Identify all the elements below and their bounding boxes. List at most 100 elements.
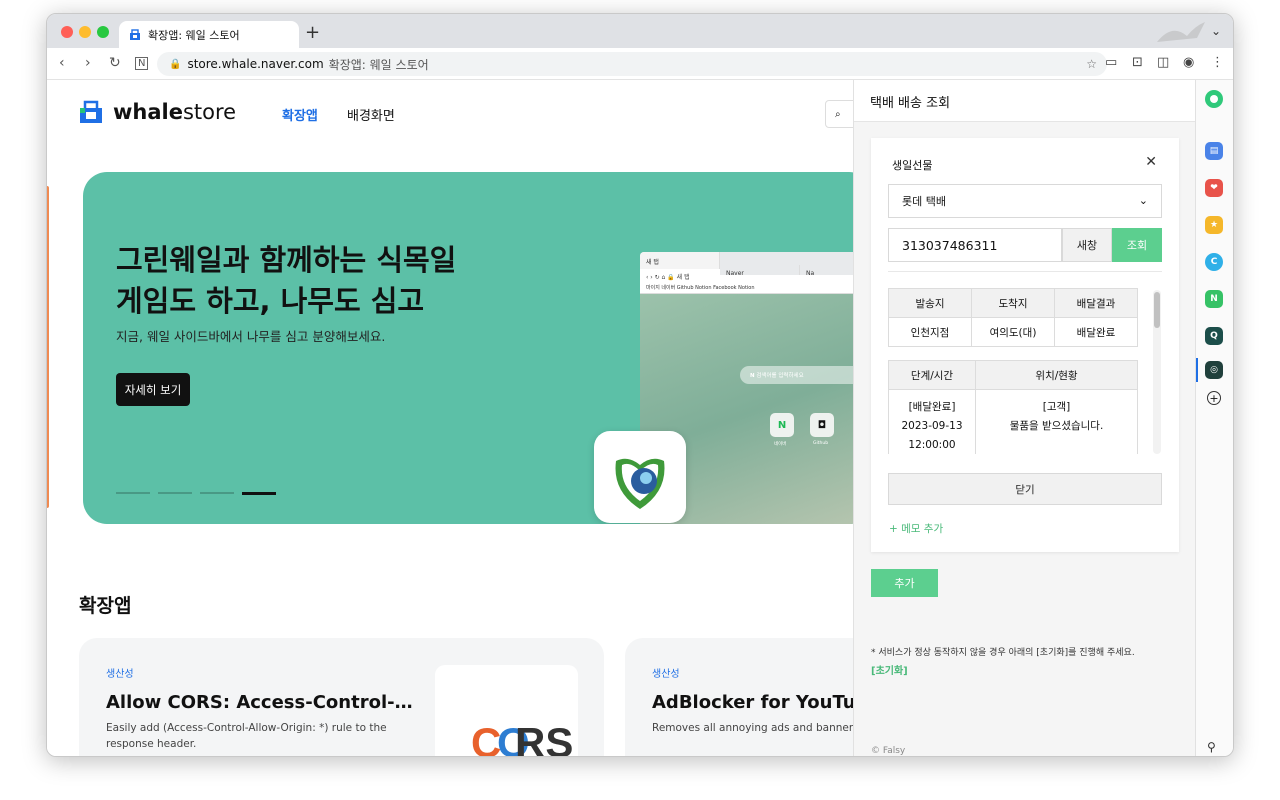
reload-icon[interactable]: ↻: [109, 55, 121, 71]
whale-sidebar: ▤ ❤ ★ C N Q ◎ + ⚲: [1195, 80, 1233, 756]
chevron-down-icon: ⌄: [1138, 194, 1148, 207]
bookmark-star-icon[interactable]: ☆: [1086, 57, 1097, 71]
pocket-icon[interactable]: ❤: [1205, 179, 1223, 197]
history-table: 단계/시간 위치/현황 [배달완료] 2023-09-13 12:00:00 […: [888, 360, 1138, 454]
mock-github-app-icon: ◘: [810, 413, 834, 437]
mock-search: N 검색어를 입력하세요: [740, 366, 853, 384]
summary-cell: 인천지점: [888, 317, 972, 347]
result-scroll-area[interactable]: 발송지 도착지 배달결과 인천지점 여의도(대) 배달완료 단계/시간 위치/현…: [888, 288, 1158, 454]
close-window-button[interactable]: [61, 26, 73, 38]
split-view-icon[interactable]: ◫: [1157, 55, 1169, 70]
new-tab-button[interactable]: +: [305, 22, 320, 43]
translate-icon[interactable]: C: [1205, 253, 1223, 271]
add-button[interactable]: 추가: [871, 569, 938, 597]
summary-cell: 배달완료: [1054, 317, 1138, 347]
summary-header: 발송지: [888, 288, 972, 318]
summary-header: 배달결과: [1054, 288, 1138, 318]
lock-icon: 🔒: [169, 58, 182, 70]
add-sidebar-app-icon[interactable]: +: [1207, 391, 1221, 405]
card-title: Allow CORS: Access-Control-…: [106, 692, 413, 713]
mock-tabs: 새 탭 Naver Na: [640, 252, 853, 277]
store-page: whalestore 확장앱 배경화면 ⌕ 그린웨일과 함께하는 식목일 게임도 …: [47, 80, 853, 757]
divider: [888, 271, 1162, 272]
history-stage-cell: [배달완료] 2023-09-13 12:00:00: [888, 389, 976, 454]
card-description: Easily add (Access-Control-Allow-Origin:…: [106, 722, 387, 750]
mock-app-label: 네이버: [774, 442, 787, 447]
search-icon: ⌕: [835, 108, 841, 120]
whale-store-logo[interactable]: whalestore: [79, 100, 236, 124]
cors-logo-image: C O RS: [435, 665, 578, 757]
banner-title: 그린웨일과 함께하는 식목일 게임도 하고, 나무도 심고: [116, 243, 457, 318]
delivery-tracking-panel: 택배 배송 조회 생일선물 ✕ 롯데 택배 ⌄ 313037486311 새창 …: [853, 80, 1195, 756]
tab-bar: 확장앱: 웨일 스토어 + ⌄: [47, 14, 1233, 48]
tracking-number-input[interactable]: 313037486311: [888, 228, 1062, 262]
banner-subtitle: 지금, 웨일 사이드바에서 나무를 심고 분양해보세요.: [116, 329, 386, 344]
hero-banner: 그린웨일과 함께하는 식목일 게임도 하고, 나무도 심고 지금, 웨일 사이드바…: [83, 172, 853, 524]
calendar-icon[interactable]: ▤: [1205, 142, 1223, 160]
logo-text: whalestore: [113, 100, 237, 124]
card-category: 생산성: [106, 669, 134, 680]
service-notice: * 서비스가 정상 동작하지 않을 경우 아래의 [초기화]를 진행해 주세요.: [871, 648, 1135, 658]
prev-banner-edge: [47, 186, 49, 508]
pin-icon[interactable]: ⚲: [1207, 740, 1216, 754]
active-indicator: [1196, 358, 1198, 382]
carrier-value: 롯데 택배: [902, 195, 946, 208]
naver-home-icon[interactable]: N: [135, 57, 149, 70]
mock-app-label: Github: [813, 441, 829, 446]
tab-list-chevron-icon[interactable]: ⌄: [1211, 24, 1221, 38]
svg-text:RS: RS: [515, 719, 573, 757]
panel-title: 택배 배송 조회: [854, 80, 1195, 122]
slide-indicator[interactable]: [116, 492, 150, 494]
search-app-icon[interactable]: Q: [1205, 327, 1223, 345]
favorites-icon[interactable]: ★: [1205, 216, 1223, 234]
nav-backgrounds[interactable]: 배경화면: [347, 105, 395, 124]
bag-icon[interactable]: N: [1205, 290, 1223, 308]
video-icon[interactable]: ▭: [1105, 55, 1117, 70]
slide-indicator-active[interactable]: [242, 492, 276, 495]
new-window-button[interactable]: 새창: [1062, 228, 1112, 262]
delivery-tracker-icon[interactable]: ◎: [1205, 361, 1223, 379]
extension-card[interactable]: 생산성 AdBlocker for YouTube Removes all an…: [625, 638, 853, 756]
summary-cell: 여의도(대): [971, 317, 1055, 347]
omnibox[interactable]: 🔒 store.whale.naver.com 확장앱: 웨일 스토어 ☆: [157, 52, 1107, 76]
minimize-window-button[interactable]: [79, 26, 91, 38]
history-header: 단계/시간: [888, 360, 976, 390]
slide-indicator[interactable]: [158, 492, 192, 494]
tab-whale-store[interactable]: 확장앱: 웨일 스토어: [119, 21, 299, 48]
card-description: Removes all annoying ads and banners fr: [652, 722, 853, 734]
address-bar: ‹ › ↻ N 🔒 store.whale.naver.com 확장앱: 웨일 …: [47, 48, 1233, 80]
whale-tail-decoration-icon: [1157, 22, 1205, 42]
capture-icon[interactable]: ⊡: [1132, 55, 1143, 70]
maximize-window-button[interactable]: [97, 26, 109, 38]
item-label: 생일선물: [892, 159, 933, 172]
menu-more-icon[interactable]: ⋮: [1211, 55, 1224, 70]
tracking-card: 생일선물 ✕ 롯데 택배 ⌄ 313037486311 새창 조회 발송지 도착…: [871, 138, 1179, 552]
scrollbar-thumb[interactable]: [1154, 292, 1160, 328]
carrier-select[interactable]: 롯데 택배 ⌄: [888, 184, 1162, 218]
reset-link[interactable]: [초기화]: [871, 662, 908, 677]
add-memo-link[interactable]: + 메모 추가: [889, 521, 943, 536]
mock-naver-app-icon: N: [770, 413, 794, 437]
store-search-box[interactable]: ⌕: [825, 100, 853, 128]
mock-bookmarks: 마이지 네이버 Github Notion Facebook Notion: [640, 282, 853, 294]
profile-icon[interactable]: ◉: [1183, 55, 1194, 70]
banner-details-button[interactable]: 자세히 보기: [116, 373, 190, 406]
extension-card[interactable]: 생산성 Allow CORS: Access-Control-… Easily …: [79, 638, 604, 757]
cors-logo-icon: C O RS: [471, 719, 573, 757]
whale-store-favicon-icon: [130, 28, 140, 40]
mock-tab: Na: [800, 265, 853, 277]
scrollbar[interactable]: [1153, 290, 1161, 454]
forward-icon[interactable]: ›: [85, 55, 91, 71]
history-location-cell: [고객] 물품을 받으셨습니다.: [975, 389, 1138, 454]
close-icon[interactable]: ✕: [1145, 154, 1157, 170]
history-header: 위치/현황: [975, 360, 1138, 390]
store-bag-icon: [80, 100, 102, 123]
green-whale-icon[interactable]: [1205, 90, 1223, 108]
slide-indicator[interactable]: [200, 492, 234, 494]
nav-extensions[interactable]: 확장앱: [282, 105, 318, 124]
browser-window: 확장앱: 웨일 스토어 + ⌄ ‹ › ↻ N 🔒 store.whale.na…: [46, 13, 1234, 757]
query-button[interactable]: 조회: [1112, 228, 1162, 262]
table-row: [배달완료] 2023-09-13 12:00:00 [고객] 물품을 받으셨습…: [888, 389, 1138, 454]
close-button[interactable]: 닫기: [888, 473, 1162, 505]
back-icon[interactable]: ‹: [59, 55, 65, 71]
